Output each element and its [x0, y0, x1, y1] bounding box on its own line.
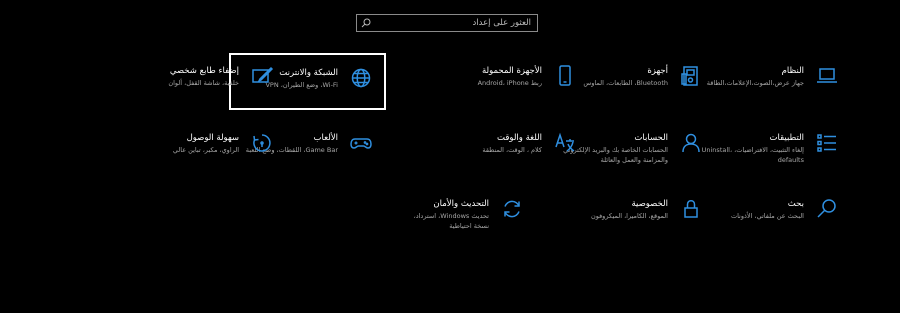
gamepad-icon — [348, 130, 374, 156]
tile-title: سهولة الوصول — [186, 133, 239, 143]
tile-title: اللغة والوقت — [497, 133, 542, 143]
tile-title: الخصوصية — [631, 199, 668, 209]
tile-description: الموقع، الكاميرا، الميكروفون — [590, 212, 668, 220]
globe-icon — [348, 65, 374, 91]
phone-icon — [552, 63, 578, 89]
devices-icon — [678, 63, 704, 89]
tile-apps[interactable]: التطبيقات إلغاء التثبيت، الافتراضيات، Un… — [683, 133, 840, 189]
search-settings-icon — [814, 196, 840, 222]
update-icon — [499, 196, 525, 222]
ease-of-access-icon — [249, 130, 275, 156]
tile-description: تحديث Windows، استرداد، نسخة احتياطية — [413, 212, 489, 230]
tile-ease-of-access[interactable]: سهولة الوصول الراوي، مكبر، تباين عالي — [118, 133, 275, 189]
search-input[interactable]: العثور على إعداد — [373, 18, 537, 28]
tile-time-language[interactable]: اللغة والوقت كلام ، الوقت، المنطقة — [421, 130, 578, 189]
tile-search[interactable]: بحث البحث عن ملفاتي، الأذونات — [683, 199, 840, 255]
personalization-icon — [249, 63, 275, 89]
tile-system[interactable]: النظام جهاز عرض،الصوت،الإعلامات،الطاقة — [683, 66, 840, 122]
tile-privacy[interactable]: الخصوصية الموقع، الكاميرا، الميكروفون — [547, 199, 704, 255]
tile-title: الأجهزة المحمولة — [481, 66, 542, 76]
tile-update-security[interactable]: التحديث والأمان تحديث Windows، استرداد، … — [380, 199, 525, 255]
laptop-icon — [814, 63, 840, 89]
apps-icon — [814, 130, 840, 156]
tile-description: ربط Android، iPhone — [477, 79, 542, 87]
language-icon — [552, 130, 578, 156]
tile-mobile-devices[interactable]: الأجهزة المحمولة ربط Android، iPhone — [421, 63, 578, 122]
tile-title: إضفاء طابع شخصي — [169, 66, 239, 76]
search-icon — [359, 16, 373, 30]
tile-description: كلام ، الوقت، المنطقة — [482, 146, 542, 154]
person-icon — [678, 130, 704, 156]
tile-personalization[interactable]: إضفاء طابع شخصي خلفية، شاشة القفل، ألوان — [118, 66, 275, 122]
search-box[interactable]: العثور على إعداد — [356, 14, 538, 32]
tile-title: التحديث والأمان — [433, 199, 489, 209]
tile-description: خلفية، شاشة القفل، ألوان — [168, 79, 239, 87]
tile-description: الراوي، مكبر، تباين عالي — [172, 146, 239, 154]
lock-icon — [678, 196, 704, 222]
